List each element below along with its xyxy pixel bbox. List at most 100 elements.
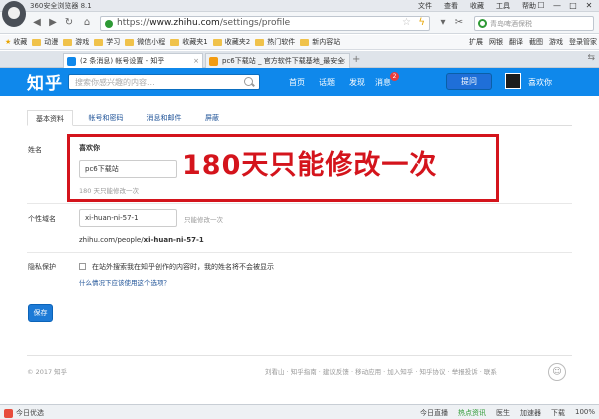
folder-icon — [94, 38, 104, 46]
nav-messages[interactable]: 消息 — [375, 77, 391, 88]
home-icon[interactable]: ⌂ — [80, 16, 94, 30]
tab-close-icon[interactable]: × — [193, 54, 199, 68]
privacy-label: 隐私保护 — [28, 263, 56, 271]
zhihu-search-input[interactable]: 搜索你感兴趣的内容... — [68, 74, 260, 90]
secure-lock-icon — [105, 20, 113, 28]
copyright: © 2017 知乎 — [27, 368, 68, 376]
screenshot-button[interactable]: 截图 — [529, 37, 543, 47]
browser-menu: 文件 查看 收藏 工具 帮助 — [418, 1, 536, 11]
bookmark-folder[interactable]: 收藏夹1 — [170, 37, 208, 47]
bookmark-folder[interactable]: 学习 — [94, 37, 120, 47]
pc6-favicon-icon — [209, 57, 218, 66]
accelerator-button[interactable]: 加速器 — [520, 408, 541, 418]
tab-pc6[interactable]: pc6下载站 _ 官方软件下载基地_最安全 × — [205, 53, 350, 68]
search-engine-icon — [478, 19, 487, 28]
nav-topics[interactable]: 话题 — [319, 77, 335, 88]
folder-icon — [212, 38, 222, 46]
footer-links[interactable]: 刘看山 · 知乎指南 · 建议反馈 · 移动应用 · 加入知乎 · 知乎协议 ·… — [265, 366, 497, 376]
menu-view[interactable]: 查看 — [444, 1, 458, 11]
privacy-checkbox[interactable] — [79, 263, 86, 270]
games-button[interactable]: 游戏 — [549, 37, 563, 47]
divider — [27, 203, 572, 204]
refresh-icon[interactable]: ↻ — [62, 16, 76, 30]
download-button[interactable]: 下载 — [551, 408, 565, 418]
browser-search-input[interactable]: 青岛啤酒保税 — [474, 16, 594, 31]
minimize-icon[interactable]: — — [549, 0, 565, 11]
bookmark-folder[interactable]: 热门软件 — [255, 37, 295, 47]
forward-icon[interactable]: ▶ — [46, 16, 60, 30]
tab-strip: (2 条消息) 帐号设置 - 知乎 × pc6下载站 _ 官方软件下载基地_最安… — [0, 51, 599, 68]
address-bar[interactable]: https://www.zhihu.com/settings/profile ☆… — [100, 16, 430, 31]
tab-messages-email[interactable]: 消息和邮件 — [137, 110, 191, 126]
bookmark-folder[interactable]: 新内容站 — [300, 37, 340, 47]
bookmark-folder[interactable]: 游戏 — [63, 37, 89, 47]
folder-icon — [125, 38, 135, 46]
privacy-help-link[interactable]: 什么情况下应该使用这个选项？ — [79, 277, 170, 287]
folder-icon — [300, 38, 310, 46]
zoom-level[interactable]: 100% — [575, 408, 595, 418]
login-manager-button[interactable]: 登录管家 — [569, 37, 597, 47]
menu-favorites[interactable]: 收藏 — [470, 1, 484, 11]
menu-tools[interactable]: 工具 — [496, 1, 510, 11]
speed-mode-icon[interactable]: ϟ — [418, 17, 425, 28]
zhihu-header: 知乎 搜索你感兴趣的内容... 首页 话题 发现 消息 2 提问 喜欢你 — [0, 68, 599, 96]
bookmark-folder[interactable]: 微信小程 — [125, 37, 165, 47]
folder-icon — [32, 38, 42, 46]
save-button[interactable]: 保存 — [28, 304, 53, 322]
domain-label: 个性域名 — [28, 215, 56, 223]
tab-zhihu-settings[interactable]: (2 条消息) 帐号设置 - 知乎 × — [63, 53, 203, 68]
nav-home[interactable]: 首页 — [289, 77, 305, 88]
avatar[interactable] — [505, 73, 521, 89]
tab-account-password[interactable]: 帐号和密码 — [79, 110, 133, 126]
folder-icon — [170, 38, 180, 46]
browser-navbar: ◀ ▶ ↻ ⌂ https://www.zhihu.com/settings/p… — [0, 12, 599, 34]
folder-icon — [63, 38, 73, 46]
doctor-button[interactable]: 医生 — [496, 408, 510, 418]
statusbar-left[interactable]: 今日优选 — [4, 408, 44, 418]
annotation-text: 180天只能修改一次 — [182, 150, 438, 181]
live-button[interactable]: 今日直播 — [420, 408, 448, 418]
footer-divider — [27, 355, 572, 356]
maximize-icon[interactable]: □ — [565, 0, 581, 11]
star-icon: ★ — [5, 38, 12, 46]
divider — [27, 252, 572, 253]
browser-titlebar: 360安全浏览器 8.1 文件 查看 收藏 工具 帮助 ☐ — □ ✕ — [0, 0, 599, 12]
menu-file[interactable]: 文件 — [418, 1, 432, 11]
nav-explore[interactable]: 发现 — [349, 77, 365, 88]
bank-button[interactable]: 网银 — [489, 37, 503, 47]
extensions-button[interactable]: 扩展 — [469, 37, 483, 47]
browser-search-placeholder: 青岛啤酒保税 — [490, 20, 532, 28]
ask-button[interactable]: 提问 — [446, 73, 492, 90]
tab-list-icon[interactable]: ⇆ — [587, 53, 595, 63]
dropdown-chevron-icon[interactable]: ▾ — [436, 16, 450, 30]
back-icon[interactable]: ◀ — [30, 16, 44, 30]
bookmark-star-icon[interactable]: ☆ — [402, 17, 411, 28]
browser-logo-icon[interactable] — [2, 1, 26, 27]
feedback-icon[interactable]: ☺ — [548, 363, 566, 381]
scissors-icon[interactable]: ✂ — [452, 16, 466, 30]
close-icon[interactable]: ✕ — [581, 0, 597, 11]
tab-block[interactable]: 屏蔽 — [197, 110, 227, 126]
new-tab-button[interactable]: + — [352, 54, 360, 65]
name-label: 姓名 — [28, 146, 42, 154]
domain-input[interactable]: xi-huan-ni-57-1 — [79, 209, 177, 227]
browser-statusbar: 今日优选 今日直播 热点资讯 医生 加速器 下载 100% — [0, 404, 599, 419]
zhihu-logo[interactable]: 知乎 — [27, 69, 63, 94]
bookmark-folder[interactable]: 收藏夹2 — [212, 37, 250, 47]
tab-close-icon[interactable]: × — [340, 54, 346, 68]
search-icon[interactable] — [239, 76, 257, 88]
browser-title: 360安全浏览器 8.1 — [30, 2, 92, 10]
tab-basic-profile[interactable]: 基本资料 — [27, 110, 73, 126]
zhihu-favicon-icon — [67, 57, 76, 66]
translate-button[interactable]: 翻译 — [509, 37, 523, 47]
username[interactable]: 喜欢你 — [528, 77, 552, 88]
news-button[interactable]: 热点资讯 — [458, 408, 486, 418]
address-text[interactable]: https://www.zhihu.com/settings/profile — [117, 18, 290, 28]
window-controls: ☐ — □ ✕ — [533, 0, 597, 11]
bookmark-folder[interactable]: 动漫 — [32, 37, 58, 47]
restore-icon[interactable]: ☐ — [533, 0, 549, 11]
bookmark-favorites[interactable]: ★ 收藏 — [5, 37, 27, 47]
domain-hint: 只能修改一次 — [184, 216, 223, 224]
folder-icon — [255, 38, 265, 46]
bookmarks-right-tools: 扩展 网银 翻译 截图 游戏 登录管家 — [469, 37, 597, 47]
